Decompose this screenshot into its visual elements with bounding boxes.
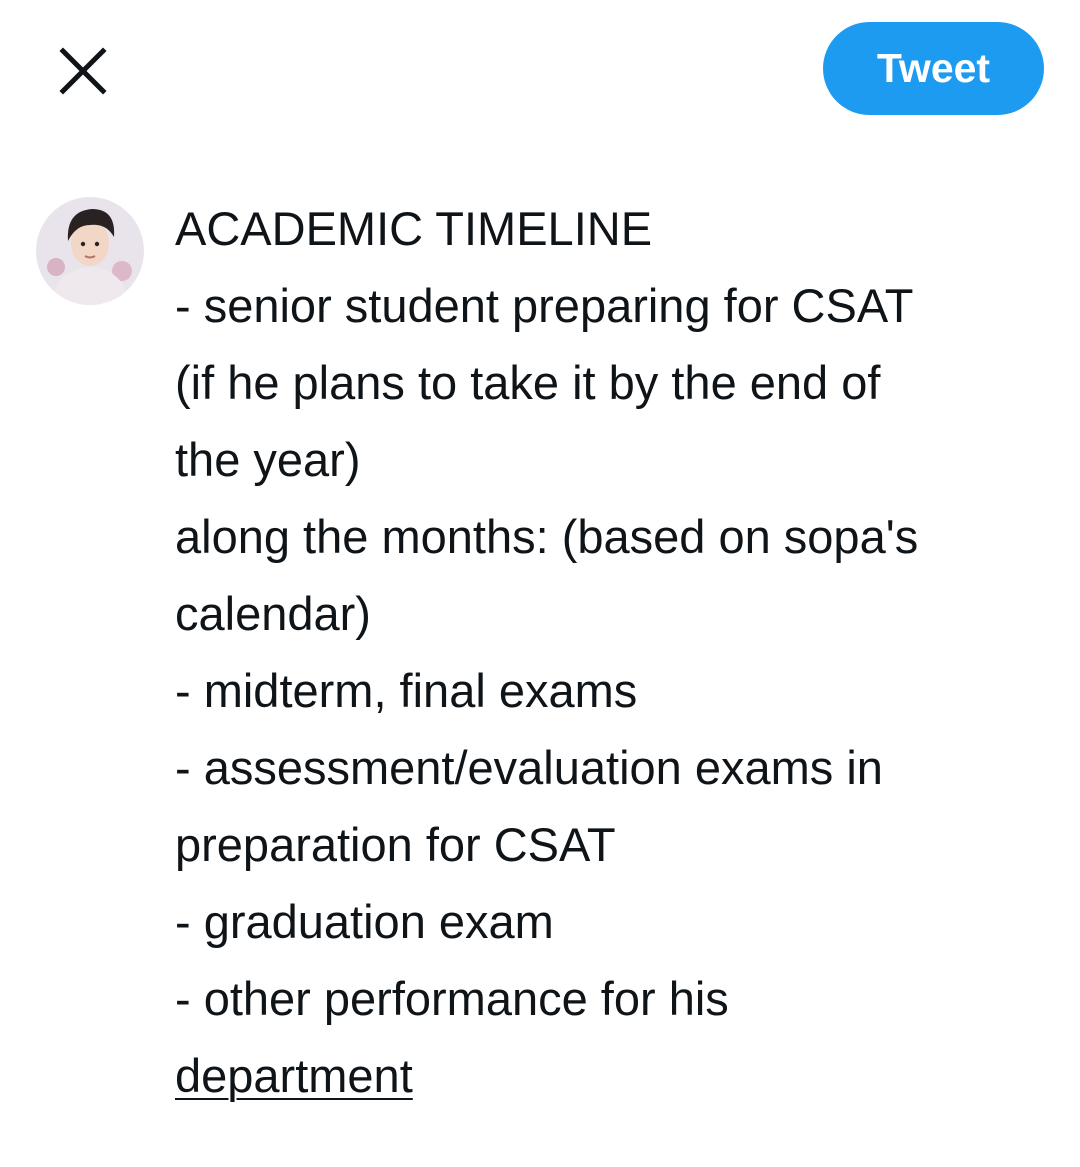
- text-line: - assessment/evaluation exams in: [175, 741, 883, 794]
- text-line: calendar): [175, 587, 371, 640]
- underlined-word[interactable]: department: [175, 1049, 413, 1102]
- user-avatar-icon: [36, 197, 144, 305]
- tweet-button[interactable]: Tweet: [823, 22, 1044, 115]
- text-line: ACADEMIC TIMELINE: [175, 202, 653, 255]
- text-line: - senior student preparing for CSAT: [175, 279, 914, 332]
- text-line: (if he plans to take it by the end of: [175, 356, 881, 409]
- avatar[interactable]: [36, 197, 144, 305]
- close-button[interactable]: [50, 38, 116, 104]
- text-line: preparation for CSAT: [175, 818, 616, 871]
- text-line: along the months: (based on sopa's: [175, 510, 919, 563]
- text-line-last: department: [175, 1037, 1055, 1114]
- close-icon: [59, 47, 107, 95]
- text-line: - graduation exam: [175, 895, 554, 948]
- tweet-text-area[interactable]: ACADEMIC TIMELINE - senior student prepa…: [175, 190, 1055, 1114]
- text-line: the year): [175, 433, 361, 486]
- text-line: - midterm, final exams: [175, 664, 638, 717]
- text-line: - other performance for his: [175, 972, 729, 1025]
